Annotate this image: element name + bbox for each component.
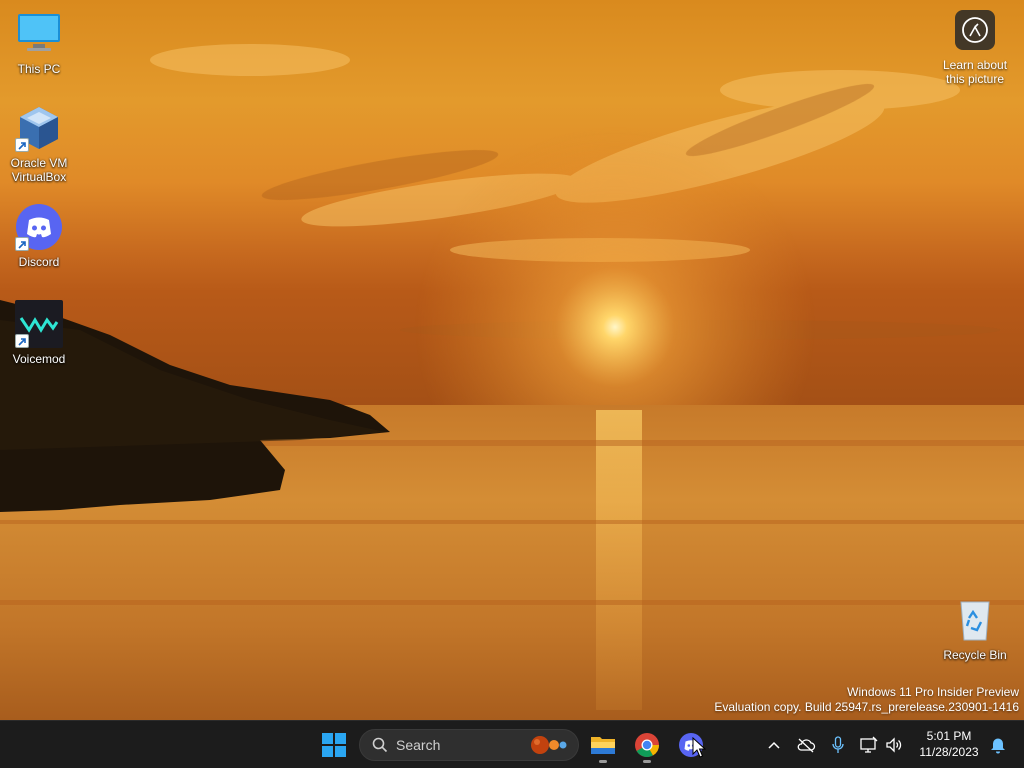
virtualbox-icon — [15, 104, 63, 152]
desktop-icon-label: Voicemod — [12, 352, 66, 366]
chrome-icon — [635, 733, 659, 758]
microphone-icon — [832, 736, 844, 753]
clock-time: 5:01 PM — [926, 729, 972, 743]
taskbar-chrome[interactable] — [627, 725, 667, 765]
recycle-bin-icon — [951, 596, 999, 644]
search-icon — [372, 737, 388, 753]
taskbar-file-explorer[interactable] — [583, 725, 623, 765]
taskbar-clock[interactable]: 5:01 PM 11/28/2023 — [912, 728, 986, 760]
desktop-icon-label: This PC — [17, 62, 61, 76]
shortcut-arrow-icon — [15, 334, 29, 348]
discord-icon — [15, 203, 63, 251]
file-explorer-icon — [591, 737, 615, 754]
taskbar: Search 5:01 PM 11/28/2023 — [0, 720, 1024, 768]
bell-icon — [991, 738, 1005, 754]
volume-icon — [886, 737, 902, 753]
mouse-cursor-icon — [692, 737, 706, 758]
desktop-wallpaper — [0, 0, 1024, 720]
running-indicator — [643, 760, 651, 763]
show-hidden-icons-button[interactable] — [762, 733, 786, 757]
shortcut-arrow-icon — [15, 237, 29, 251]
search-placeholder: Search — [396, 737, 441, 753]
watermark-line-2: Evaluation copy. Build 25947.rs_prerelea… — [714, 700, 1019, 714]
network-icon — [860, 736, 878, 753]
camera-icon — [955, 10, 995, 50]
network-status[interactable] — [857, 733, 881, 757]
volume-control[interactable] — [882, 733, 906, 757]
monitor-icon — [15, 10, 63, 58]
shortcut-arrow-icon — [15, 138, 29, 152]
watermark-line-1: Windows 11 Pro Insider Preview — [847, 685, 1019, 699]
notification-center-button[interactable] — [986, 733, 1010, 757]
voicemod-icon — [15, 300, 63, 348]
learn-about-picture-label: Learn about this picture — [942, 58, 1008, 86]
cloud-offline-icon — [797, 738, 816, 753]
onedrive-status[interactable] — [794, 733, 818, 757]
desktop-icon-this-pc[interactable]: This PC — [0, 10, 78, 76]
desktop-icon-label: Discord — [18, 255, 60, 269]
running-indicator — [599, 760, 607, 763]
desktop-icon-label: Recycle Bin — [943, 648, 1007, 662]
desktop-icon-voicemod[interactable]: Voicemod — [0, 300, 78, 366]
start-icon — [322, 733, 346, 757]
taskbar-search-box[interactable]: Search — [359, 729, 579, 761]
evaluation-watermark: Windows 11 Pro Insider Preview Evaluatio… — [714, 685, 1019, 715]
clock-date: 11/28/2023 — [919, 745, 979, 759]
desktop-icon-recycle-bin[interactable]: Recycle Bin — [936, 596, 1014, 662]
desktop-icon-virtualbox[interactable]: Oracle VM VirtualBox — [0, 104, 78, 184]
start-button[interactable] — [314, 725, 354, 765]
desktop-icon-discord[interactable]: Discord — [0, 203, 78, 269]
microphone-status[interactable] — [826, 733, 850, 757]
desktop-icon-label: Oracle VM VirtualBox — [10, 156, 68, 184]
search-highlight-icon — [531, 736, 567, 754]
chevron-up-icon — [768, 741, 780, 749]
learn-about-picture[interactable]: Learn about this picture — [936, 10, 1014, 86]
